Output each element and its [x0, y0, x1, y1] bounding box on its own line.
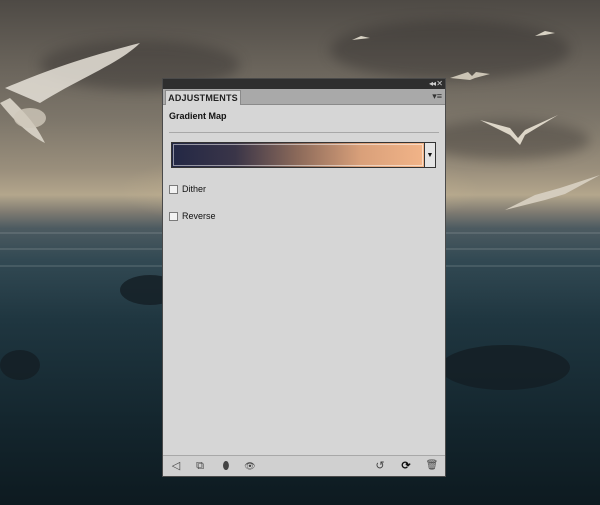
divider [169, 132, 439, 133]
seagull [352, 36, 370, 40]
whale-shark-silhouette [440, 345, 570, 390]
adjustment-title: Gradient Map [169, 111, 227, 121]
seagull [480, 115, 558, 145]
mask-icon[interactable]: ⬮ [219, 459, 233, 473]
dither-label: Dither [182, 184, 207, 194]
dither-option[interactable]: Dither [169, 183, 206, 195]
tab-adjustments[interactable]: ADJUSTMENTS [165, 90, 241, 105]
view-previous-icon[interactable]: ↺ [373, 459, 387, 473]
panel-menu-icon[interactable]: ▾≡ [432, 91, 442, 101]
panel-titlebar[interactable]: ◂◂ ✕ [163, 79, 445, 89]
fish-silhouette [0, 350, 40, 380]
clip-to-layer-icon[interactable]: ⧉ [193, 459, 207, 473]
reverse-option[interactable]: Reverse [169, 210, 216, 222]
seagull-large [0, 43, 140, 143]
dither-checkbox[interactable] [169, 184, 178, 194]
tab-strip: ADJUSTMENTS ▾≡ [163, 89, 445, 105]
reverse-label: Reverse [182, 211, 216, 221]
collapse-icon[interactable]: ◂◂ [429, 79, 436, 89]
trash-icon[interactable]: 🗑 [425, 459, 439, 473]
panel-footer: ◁ ⧉ ⬮ 👁 ↺ ⟳ 🗑 [163, 455, 445, 476]
adjustments-panel: ◂◂ ✕ ADJUSTMENTS ▾≡ Gradient Map ▼ Dithe… [162, 78, 446, 477]
reverse-checkbox[interactable] [169, 211, 178, 221]
close-icon[interactable]: ✕ [436, 79, 443, 89]
gradient-preview[interactable] [171, 142, 425, 168]
seagull [505, 175, 600, 210]
seagull [535, 31, 555, 36]
back-arrow-icon[interactable]: ◁ [169, 459, 183, 473]
seagull [450, 72, 490, 80]
gradient-dropdown-button[interactable]: ▼ [425, 142, 436, 168]
chevron-down-icon: ▼ [426, 152, 434, 159]
reset-icon[interactable]: ⟳ [399, 459, 413, 473]
eye-icon[interactable]: 👁 [243, 459, 257, 473]
